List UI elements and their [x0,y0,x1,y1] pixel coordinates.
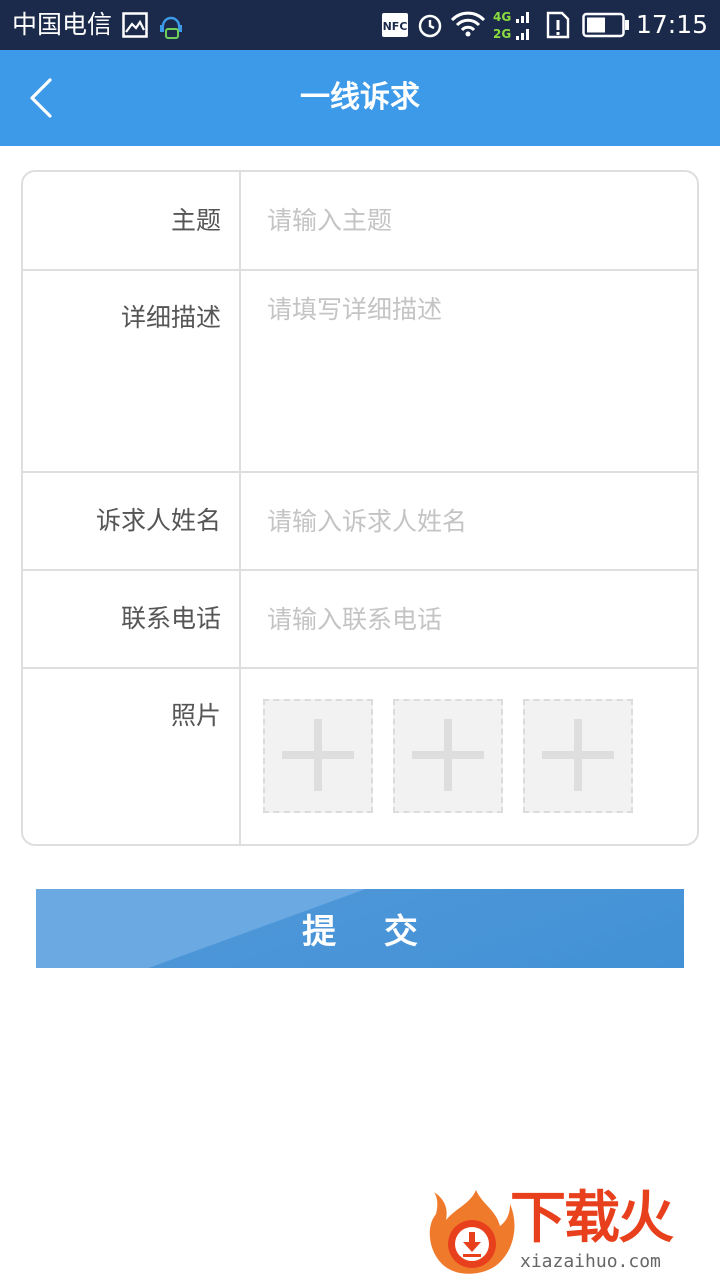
description-field-wrap [243,271,697,471]
flame-download-logo-icon [429,1190,515,1274]
description-input[interactable] [267,293,687,453]
subject-input[interactable] [267,200,687,240]
description-row: 详细描述 [23,271,697,473]
phone-field-wrap [243,571,697,667]
title-bar: 一线诉求 [0,50,720,146]
watermark: 下载火 xiazaihuo.com [426,1186,716,1278]
subject-field-wrap [243,172,697,269]
name-input[interactable] [267,501,687,541]
svg-text:NFC: NFC [383,20,408,33]
clock: 17:15 [635,10,708,39]
back-button[interactable] [18,74,66,122]
phone-label: 联系电话 [23,571,241,667]
subject-row: 主题 [23,172,697,271]
photo-slot-2[interactable] [393,699,503,813]
battery-icon [582,12,629,38]
submit-button[interactable]: 提 交 [36,889,684,968]
nfc-icon: NFC [382,13,408,37]
4g-2g-signal-icon: 4G 2G [493,10,529,41]
sim-alert-icon [546,11,570,39]
watermark-url: xiazaihuo.com [520,1251,661,1272]
watermark-title: 下载火 [510,1186,674,1251]
photos-label: 照片 [23,669,241,844]
plus-icon [282,719,354,791]
photos-field-wrap [243,669,697,844]
page-title: 一线诉求 [300,80,420,115]
alarm-icon [418,14,442,38]
plus-icon [412,719,484,791]
name-field-wrap [243,473,697,569]
status-bar: 中国电信 NFC 4G 2G 17:15 [0,0,720,50]
wifi-icon [450,11,486,37]
status-right-icons: NFC 4G 2G [0,8,720,42]
photos-row: 照片 [23,669,697,844]
photo-slot-3[interactable] [523,699,633,813]
chevron-left-icon[interactable] [18,74,66,122]
svg-text:4G: 4G [493,10,511,24]
subject-label: 主题 [23,172,241,269]
description-label: 详细描述 [23,271,241,471]
name-row: 诉求人姓名 [23,473,697,571]
plus-icon [542,719,614,791]
svg-text:2G: 2G [493,27,511,41]
phone-input[interactable] [267,599,687,639]
photo-slot-1[interactable] [263,699,373,813]
phone-row: 联系电话 [23,571,697,669]
appeal-form: 主题 详细描述 诉求人姓名 联系电话 照片 [21,170,699,846]
name-label: 诉求人姓名 [23,473,241,569]
